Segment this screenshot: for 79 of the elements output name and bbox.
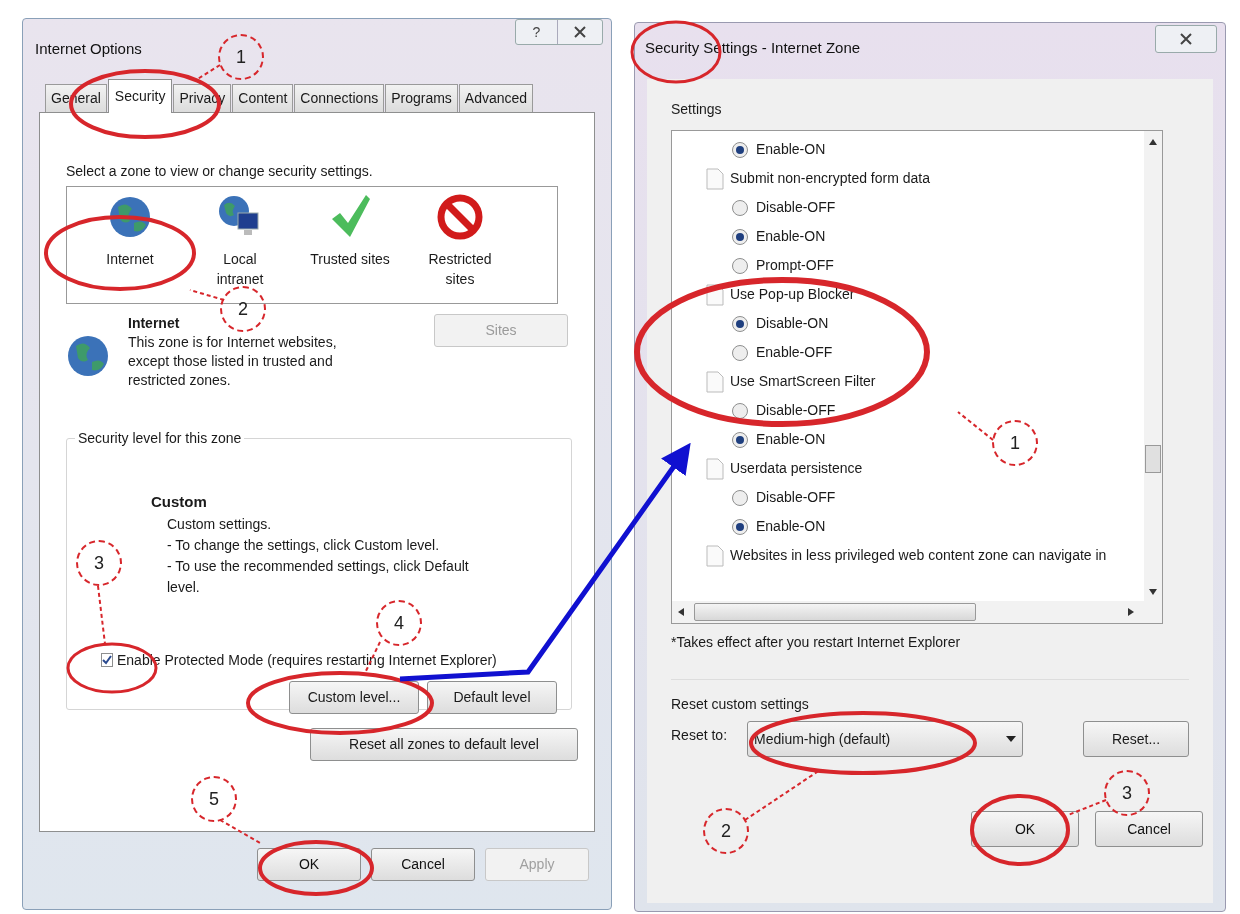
setting-name: Use SmartScreen Filter xyxy=(730,372,876,391)
radio-button[interactable] xyxy=(732,315,748,332)
radio-button[interactable] xyxy=(732,257,748,274)
radio-option[interactable]: Enable-OFF xyxy=(706,338,1144,367)
radio-option[interactable]: Enable-ON xyxy=(706,512,1144,541)
radio-option[interactable]: Enable-ON xyxy=(706,222,1144,251)
dialog-button[interactable]: OK xyxy=(971,811,1079,847)
close-icon xyxy=(1180,33,1192,45)
horizontal-scrollbar[interactable] xyxy=(672,601,1162,623)
checkbox[interactable] xyxy=(101,653,113,667)
document-icon xyxy=(706,457,724,480)
radio-button[interactable] xyxy=(732,344,748,361)
caret-icon xyxy=(1006,736,1017,742)
callout-number: 4 xyxy=(376,600,422,646)
document-icon xyxy=(706,544,724,567)
radio-button[interactable] xyxy=(732,199,748,216)
dialog-button[interactable]: Cancel xyxy=(1095,811,1203,847)
reset-dropdown[interactable]: Medium-high (default) xyxy=(747,721,1024,757)
radio-option[interactable]: Disable-OFF xyxy=(706,193,1144,222)
setting-name: Userdata persistence xyxy=(730,459,863,478)
scroll-thumb[interactable] xyxy=(694,603,976,621)
setting-name: Use Pop-up Blocker xyxy=(730,285,855,304)
zone-item[interactable]: Internet xyxy=(75,193,185,269)
field-label: Reset to: xyxy=(671,725,728,745)
tab[interactable]: Programs xyxy=(385,84,458,112)
close-icon xyxy=(574,26,586,38)
group-label: Reset custom settings xyxy=(671,695,810,714)
tab[interactable]: Advanced xyxy=(458,84,534,112)
level-description: Custom settings. xyxy=(167,514,273,534)
document-icon xyxy=(706,167,724,190)
radio-button[interactable] xyxy=(732,518,748,535)
tab[interactable]: Content xyxy=(232,84,294,112)
note-text: *Takes effect after you restart Internet Explorer xyxy=(671,633,962,652)
scroll-down-icon[interactable] xyxy=(1149,589,1157,595)
close-button[interactable] xyxy=(1155,25,1217,53)
vertical-scrollbar[interactable] xyxy=(1144,131,1162,601)
radio-option[interactable]: Disable-OFF xyxy=(706,483,1144,512)
zone-title: Internet xyxy=(128,314,180,333)
prohibition-icon xyxy=(436,193,484,241)
zone-item[interactable]: Trusted sites xyxy=(295,193,405,269)
callout-number: 3 xyxy=(1104,770,1150,816)
setting-name: Submit non-encrypted form data xyxy=(730,169,930,188)
callout-number: 3 xyxy=(76,540,122,586)
level-description: - To change the settings, click Custom level. xyxy=(167,535,441,555)
reset-zones-button[interactable]: Reset all zones to default level xyxy=(310,728,578,761)
scroll-left-icon[interactable] xyxy=(678,608,684,616)
scroll-up-icon[interactable] xyxy=(1149,139,1157,145)
radio-button[interactable] xyxy=(732,489,748,506)
radio-button[interactable] xyxy=(732,431,748,448)
callout-number: 1 xyxy=(992,420,1038,466)
radio-option[interactable]: Disable-ON xyxy=(706,309,1144,338)
scroll-thumb[interactable] xyxy=(1145,445,1161,473)
zone-description: This zone is for Internet websites, except those listed in trusted and restricted zones. xyxy=(128,333,338,390)
radio-button[interactable] xyxy=(732,402,748,419)
callout-number: 5 xyxy=(191,776,237,822)
tab[interactable]: Connections xyxy=(294,84,385,112)
callout-number: 2 xyxy=(703,808,749,854)
zone-item[interactable]: Restricted sites xyxy=(405,193,515,289)
dialog-button[interactable]: Cancel xyxy=(371,848,475,881)
reset-button[interactable]: Reset... xyxy=(1083,721,1189,757)
level-description: - To use the recommended settings, click Default level. xyxy=(167,556,470,597)
setting-name: Websites in less privileged web content zone can navigate in xyxy=(730,546,1107,565)
callout-number: 1 xyxy=(218,34,264,80)
document-icon xyxy=(706,370,724,393)
level-button[interactable]: Default level xyxy=(427,680,557,714)
window-title: Internet Options xyxy=(35,38,142,59)
dialog-button[interactable]: OK xyxy=(257,848,361,881)
radio-button[interactable] xyxy=(732,228,748,245)
level-button[interactable]: Custom level... xyxy=(289,680,419,714)
radio-button[interactable] xyxy=(732,141,748,158)
group-label: Settings xyxy=(671,100,723,119)
zone-item[interactable]: Local intranet xyxy=(185,193,295,289)
radio-option[interactable]: Prompt-OFF xyxy=(706,251,1144,280)
zone-prompt: Select a zone to view or change security settings. xyxy=(66,162,374,181)
radio-option[interactable]: Enable-ON xyxy=(706,135,1144,164)
scroll-right-icon[interactable] xyxy=(1128,608,1134,616)
callout-number: 2 xyxy=(220,286,266,332)
tab[interactable]: Security xyxy=(107,79,173,113)
level-name: Custom xyxy=(151,492,208,512)
